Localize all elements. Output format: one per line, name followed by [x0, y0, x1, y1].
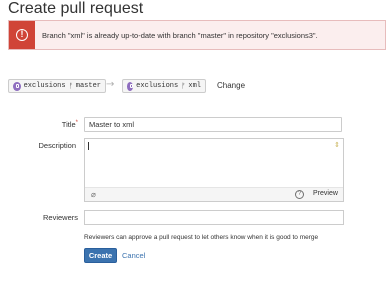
page-title: Create pull request	[8, 0, 144, 17]
error-alert: ! Branch "xml" is already up-to-date wit…	[8, 20, 386, 50]
cancel-button[interactable]: Cancel	[122, 251, 145, 260]
required-icon: *	[75, 120, 78, 126]
expand-icon[interactable]: ⇕	[334, 141, 340, 149]
preview-button[interactable]: Preview	[313, 190, 338, 197]
text-caret	[88, 142, 89, 150]
error-icon: !	[16, 29, 28, 41]
create-button[interactable]: Create	[84, 248, 117, 263]
editor-footer: ⌀ ? Preview	[85, 187, 343, 201]
reviewers-help-text: Reviewers can approve a pull request to …	[84, 234, 319, 241]
title-label: Title*	[61, 120, 78, 129]
alert-stripe: !	[9, 21, 35, 49]
description-label: Description	[38, 141, 76, 150]
title-input[interactable]: Master to xml	[84, 117, 342, 132]
paperclip-icon[interactable]: ⌀	[91, 190, 96, 199]
repo-icon	[13, 81, 21, 91]
alert-message: Branch "xml" is already up-to-date with …	[42, 31, 318, 40]
reviewers-label: Reviewers	[42, 213, 78, 222]
arrow-right-icon: →	[106, 79, 115, 90]
branch-icon: ᚠ	[68, 82, 73, 90]
target-branch-selector[interactable]: exclusions ᚠ xml	[122, 79, 206, 93]
source-branch-name: master	[75, 82, 101, 90]
target-repo-name: exclusions	[136, 82, 179, 90]
change-button[interactable]: Change	[217, 81, 245, 90]
source-repo-name: exclusions	[23, 82, 66, 90]
reviewers-input[interactable]	[84, 210, 344, 225]
target-branch-name: xml	[188, 82, 201, 90]
source-branch-selector[interactable]: exclusions ᚠ master	[8, 79, 106, 93]
branch-icon: ᚠ	[181, 82, 186, 90]
help-icon[interactable]: ?	[295, 190, 304, 199]
repo-icon	[127, 81, 134, 91]
description-editor[interactable]: ⇕ ⌀ ? Preview	[84, 138, 344, 202]
